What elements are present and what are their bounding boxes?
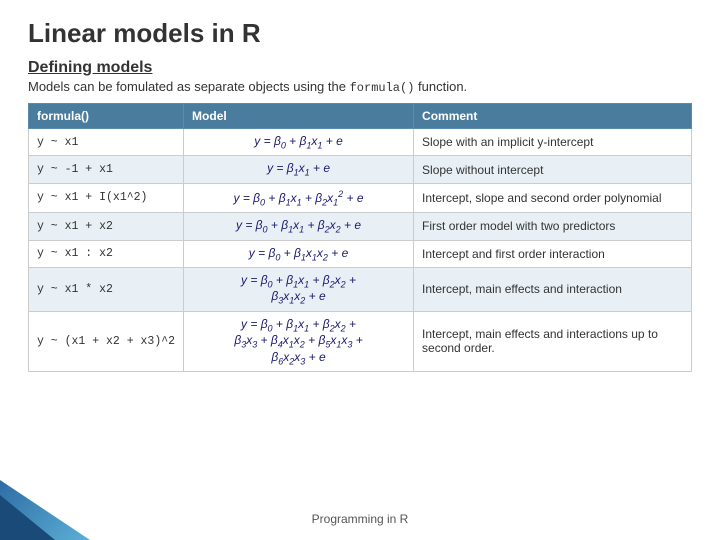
model-cell: y = β0 + β1x1 + β2x2 + β3x3 + β4x1x2 + β… xyxy=(184,311,414,371)
col-formula: formula() xyxy=(29,104,184,129)
formula-cell: y ~ x1 + x2 xyxy=(29,213,184,240)
model-cell: y = β0 + β1x1 + β2x12 + e xyxy=(184,183,414,212)
formula-cell: y ~ x1 xyxy=(29,129,184,156)
table-row: y ~ x1 + I(x1^2) y = β0 + β1x1 + β2x12 +… xyxy=(29,183,692,212)
model-cell: y = β0 + β1x1x2 + e xyxy=(184,240,414,267)
formula-cell: y ~ x1 : x2 xyxy=(29,240,184,267)
footer-text: Programming in R xyxy=(0,512,720,526)
inline-code: formula() xyxy=(350,81,415,95)
col-model: Model xyxy=(184,104,414,129)
table-header-row: formula() Model Comment xyxy=(29,104,692,129)
model-cell: y = β0 + β1x1 + β2x2 + e xyxy=(184,213,414,240)
formula-cell: y ~ (x1 + x2 + x3)^2 xyxy=(29,311,184,371)
table-row: y ~ x1 : x2 y = β0 + β1x1x2 + e Intercep… xyxy=(29,240,692,267)
models-table: formula() Model Comment y ~ x1 y = β0 + … xyxy=(28,103,692,372)
comment-cell: Intercept, main effects and interaction xyxy=(414,267,692,311)
page-title: Linear models in R xyxy=(28,18,692,49)
table-row: y ~ x1 * x2 y = β0 + β1x1 + β2x2 +β3x1x2… xyxy=(29,267,692,311)
comment-cell: First order model with two predictors xyxy=(414,213,692,240)
comment-cell: Slope with an implicit y-intercept xyxy=(414,129,692,156)
formula-cell: y ~ -1 + x1 xyxy=(29,156,184,183)
col-comment: Comment xyxy=(414,104,692,129)
table-row: y ~ x1 y = β0 + β1x1 + e Slope with an i… xyxy=(29,129,692,156)
table-row: y ~ x1 + x2 y = β0 + β1x1 + β2x2 + e Fir… xyxy=(29,213,692,240)
model-cell: y = β0 + β1x1 + e xyxy=(184,129,414,156)
section-title: Defining models xyxy=(28,59,692,77)
model-cell: y = β1x1 + e xyxy=(184,156,414,183)
model-cell: y = β0 + β1x1 + β2x2 +β3x1x2 + e xyxy=(184,267,414,311)
table-row: y ~ -1 + x1 y = β1x1 + e Slope without i… xyxy=(29,156,692,183)
comment-cell: Intercept, slope and second order polyno… xyxy=(414,183,692,212)
page-container: Linear models in R Defining models Model… xyxy=(0,0,720,382)
comment-cell: Intercept, main effects and interactions… xyxy=(414,311,692,371)
comment-cell: Slope without intercept xyxy=(414,156,692,183)
comment-cell: Intercept and first order interaction xyxy=(414,240,692,267)
formula-cell: y ~ x1 + I(x1^2) xyxy=(29,183,184,212)
formula-cell: y ~ x1 * x2 xyxy=(29,267,184,311)
table-row: y ~ (x1 + x2 + x3)^2 y = β0 + β1x1 + β2x… xyxy=(29,311,692,371)
intro-text: Models can be fomulated as separate obje… xyxy=(28,79,692,95)
